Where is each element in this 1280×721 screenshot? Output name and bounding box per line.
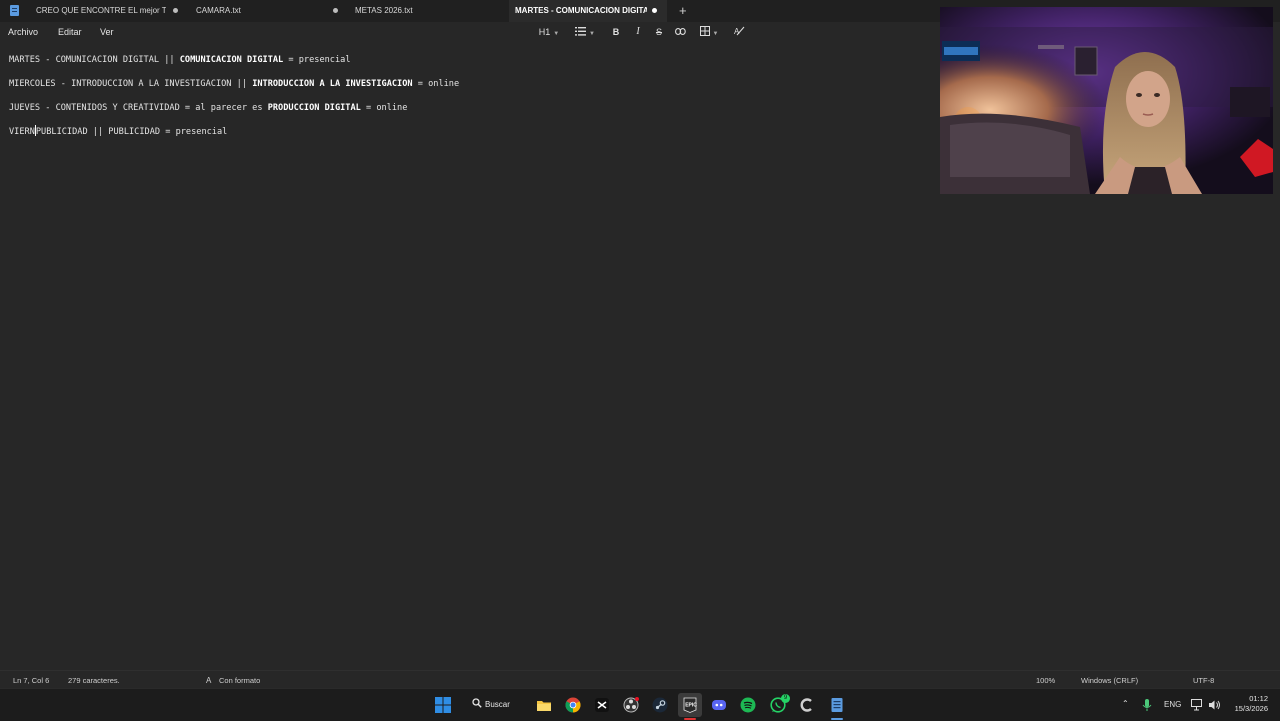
tab-tiktok[interactable]: CREO QUE ENCONTRE EL mejor TIKTOK xyxy=(30,0,185,22)
spotify-icon[interactable] xyxy=(740,697,756,713)
tab-title: MARTES - COMUNICACION DIGITAL xyxy=(515,6,647,15)
status-bar: Ln 7, Col 6 279 caracteres. A Con format… xyxy=(0,670,1280,689)
heading-dropdown[interactable]: H1 ▼ xyxy=(536,25,562,39)
document-line: MIERCOLES - INTRODUCCION A LA INVESTIGAC… xyxy=(9,77,459,91)
clear-format-button[interactable]: A xyxy=(732,25,746,39)
bold-text: PRODUCCION DIGITAL xyxy=(267,103,361,113)
line-ending[interactable]: Windows (CRLF) xyxy=(1081,676,1138,685)
bold-button[interactable]: B xyxy=(609,25,623,39)
taskbar-search[interactable]: Buscar xyxy=(472,697,510,713)
line-text: PUBLICIDAD || PUBLICIDAD = presencial xyxy=(35,127,228,137)
menu-ver[interactable]: Ver xyxy=(100,27,114,37)
obs-icon[interactable] xyxy=(623,697,639,713)
document-line: VIERNPUBLICIDAD || PUBLICIDAD = presenci… xyxy=(9,125,227,139)
language-indicator[interactable]: ENG xyxy=(1164,700,1181,709)
list-dropdown[interactable]: ▼ xyxy=(572,25,598,39)
notepad-taskbar-icon[interactable] xyxy=(829,697,845,713)
microphone-icon[interactable] xyxy=(1141,698,1153,712)
line-text: JUEVES - CONTENIDOS Y CREATIVIDAD = al p… xyxy=(9,103,268,113)
ccleaner-icon[interactable] xyxy=(799,697,815,713)
file-explorer-icon[interactable] xyxy=(536,697,552,713)
svg-text:A: A xyxy=(206,676,212,684)
line-text: VIERN xyxy=(9,127,35,137)
bold-text: COMUNICACION DIGITAL xyxy=(179,55,284,65)
tab-title: METAS 2026.txt xyxy=(355,6,413,15)
notepad-app-icon xyxy=(10,5,19,16)
chevron-down-icon: ▼ xyxy=(553,31,560,37)
search-label: Buscar xyxy=(485,700,510,709)
system-clock[interactable]: 01:12 15/3/2026 xyxy=(1228,694,1268,714)
cursor-position: Ln 7, Col 6 xyxy=(13,676,50,685)
link-button[interactable] xyxy=(673,25,687,39)
line-text: MIERCOLES - INTRODUCCION A LA INVESTIGAC… xyxy=(9,79,253,89)
document-line: JUEVES - CONTENIDOS Y CREATIVIDAD = al p… xyxy=(9,101,407,115)
webcam-overlay xyxy=(940,7,1273,194)
unsaved-dot-icon xyxy=(333,8,338,13)
document-line: MARTES - COMUNICACION DIGITAL || COMUNIC… xyxy=(9,53,351,67)
line-text: = online xyxy=(360,103,408,113)
link-icon xyxy=(674,28,686,35)
clear-format-icon: A xyxy=(734,26,744,36)
tab-martes-active[interactable]: MARTES - COMUNICACION DIGITAL xyxy=(509,0,667,22)
heading-label: H1 xyxy=(538,27,551,37)
clock-date: 15/3/2026 xyxy=(1234,704,1268,713)
menu-bar: Archivo Editar Ver xyxy=(0,22,930,42)
webcam-image xyxy=(940,7,1273,194)
chrome-icon[interactable] xyxy=(565,697,581,713)
display-icon[interactable] xyxy=(1191,699,1204,711)
format-mode-toggle[interactable]: A Con formato xyxy=(206,676,260,685)
new-tab-button[interactable]: + xyxy=(679,3,687,19)
capcut-icon[interactable] xyxy=(594,697,610,713)
table-dropdown[interactable]: ▼ xyxy=(696,25,722,39)
chevron-down-icon: ▼ xyxy=(589,31,595,37)
tab-title: CAMARA.txt xyxy=(196,6,241,15)
table-icon xyxy=(699,26,710,36)
epic-games-icon[interactable]: EPIC xyxy=(682,697,698,713)
encoding[interactable]: UTF-8 xyxy=(1193,676,1214,685)
menu-archivo[interactable]: Archivo xyxy=(8,27,38,37)
italic-button[interactable]: I xyxy=(631,25,645,39)
tab-camara[interactable]: CAMARA.txt xyxy=(190,0,345,22)
whatsapp-badge: 9 xyxy=(781,694,790,703)
search-icon xyxy=(472,698,482,708)
bold-text: INTRODUCCION A LA INVESTIGACION xyxy=(252,79,413,89)
svg-text:EPIC: EPIC xyxy=(685,703,697,709)
tab-title: CREO QUE ENCONTRE EL mejor TIKTOK xyxy=(36,6,166,15)
tray-overflow-chevron-icon[interactable]: ⌃ xyxy=(1122,699,1129,708)
list-icon xyxy=(575,27,587,36)
windows-start-icon[interactable] xyxy=(435,697,451,713)
character-count: 279 caracteres. xyxy=(68,676,120,685)
menu-editar[interactable]: Editar xyxy=(58,27,82,37)
chevron-down-icon: ▼ xyxy=(712,31,719,37)
line-text: MARTES - COMUNICACION DIGITAL || xyxy=(9,55,180,65)
unsaved-dot-icon xyxy=(652,8,657,13)
steam-icon[interactable] xyxy=(652,697,668,713)
taskbar: Buscar EPIC 9 ⌃ ENG 01:12 15/3/2026 xyxy=(0,688,1280,721)
line-text: = online xyxy=(412,79,460,89)
clock-time: 01:12 xyxy=(1249,694,1268,703)
unsaved-dot-icon xyxy=(173,8,178,13)
format-icon: A xyxy=(206,676,212,685)
format-mode-label: Con formato xyxy=(219,676,261,685)
line-text: = presencial xyxy=(283,55,351,65)
discord-icon[interactable] xyxy=(711,697,727,713)
strikethrough-button[interactable]: S xyxy=(652,25,666,39)
tab-metas[interactable]: METAS 2026.txt xyxy=(350,0,505,22)
zoom-level[interactable]: 100% xyxy=(1036,676,1055,685)
volume-icon[interactable] xyxy=(1208,699,1221,711)
